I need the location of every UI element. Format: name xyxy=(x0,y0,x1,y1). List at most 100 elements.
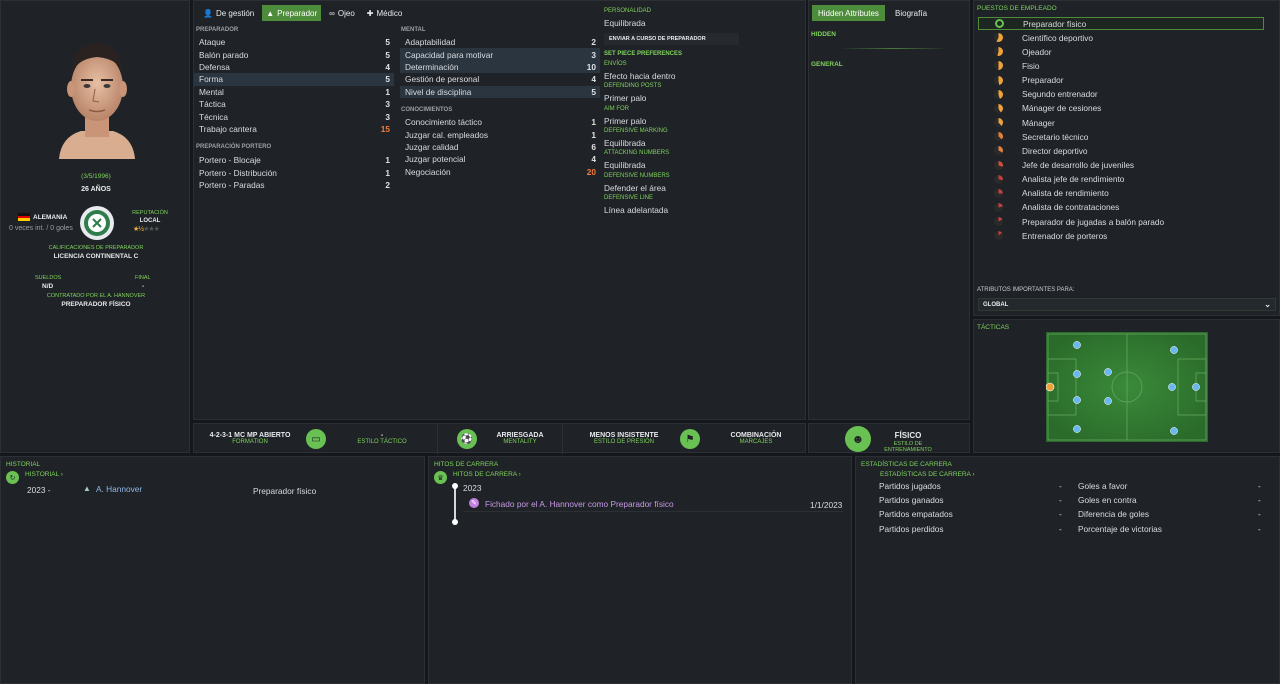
attribute-row[interactable]: Táctica 3 xyxy=(194,98,394,110)
tactical-style-summary[interactable]: - ESTILO TÁCTICO xyxy=(334,424,430,454)
final-value: - xyxy=(142,283,145,290)
attribute-value: 3 xyxy=(385,99,390,110)
role-item[interactable]: Preparador de jugadas a balón parado xyxy=(978,215,1264,228)
attribute-row[interactable]: Determinación 10 xyxy=(400,60,600,74)
attribute-row[interactable]: Juzgar cal. empleados 1 xyxy=(400,128,600,140)
history-panel: HISTORIAL ↻ HISTORIAL › 2023 - ▲ A. Hann… xyxy=(0,456,425,684)
marking-summary[interactable]: COMBINACIÓN MARCAJES xyxy=(706,424,806,454)
role-rating-icon xyxy=(994,188,1003,198)
stat-value: - xyxy=(1059,495,1062,506)
attribute-value: 5 xyxy=(385,37,390,48)
attribute-name: Portero - Paradas xyxy=(199,179,265,190)
stat-name: Porcentaje de victorias xyxy=(1078,523,1162,534)
attribute-row[interactable]: Juzgar calidad 6 xyxy=(400,141,600,153)
role-item[interactable]: Preparador físico xyxy=(978,17,1264,30)
divider xyxy=(562,424,563,454)
role-item[interactable]: Científico deportivo xyxy=(978,31,1264,44)
nationality[interactable]: ALEMANIA xyxy=(33,214,67,221)
attribute-name: Forma xyxy=(199,74,223,85)
role-item[interactable]: Entrenador de porteros xyxy=(978,229,1264,242)
role-item[interactable]: Mánager xyxy=(978,116,1264,129)
tab-preparador[interactable]: ▲ Preparador xyxy=(262,5,322,21)
attribute-row[interactable]: Gestión de personal 4 xyxy=(400,73,600,85)
setpiece-value: Equilibrada xyxy=(604,160,646,171)
role-item[interactable]: Ojeador xyxy=(978,45,1264,58)
attribute-row[interactable]: Portero - Blocaje 1 xyxy=(194,154,394,166)
role-item[interactable]: Analista de contrataciones xyxy=(978,201,1264,214)
trophy-icon: ♛ xyxy=(434,471,447,484)
attribute-row[interactable]: Adaptabilidad 2 xyxy=(400,36,600,48)
role-name: Entrenador de porteros xyxy=(1022,230,1108,241)
mentality-summary[interactable]: ARRIESGADA MENTALITY xyxy=(480,424,560,454)
formation-summary[interactable]: 4-2-3-1 MC MP ABIERTO FORMATION xyxy=(194,424,306,454)
attribute-row[interactable]: Técnica 3 xyxy=(194,110,394,122)
role-item[interactable]: Secretario técnico xyxy=(978,130,1264,143)
attribute-row[interactable]: Forma 5 xyxy=(194,73,394,86)
attribute-value: 4 xyxy=(591,74,596,85)
role-item[interactable]: Director deportivo xyxy=(978,144,1264,157)
career-link[interactable]: ESTADÍSTICAS DE CARRERA › xyxy=(880,471,975,478)
career-stats-panel: ESTADÍSTICAS DE CARRERA ESTADÍSTICAS DE … xyxy=(855,456,1280,684)
section-preparador: PREPARADOR xyxy=(196,27,239,33)
attribute-name: Trabajo cantera xyxy=(199,123,257,134)
attribute-row[interactable]: Defensa 4 xyxy=(194,61,394,73)
tab-hidden-attributes[interactable]: Hidden Attributes xyxy=(812,5,885,21)
contract-label: CONTRATADO POR EL A. HANNOVER xyxy=(46,293,146,299)
milestones-panel: HITOS DE CARRERA ♛ HITOS DE CARRERA › 20… xyxy=(428,456,852,684)
role-name: Analista de contrataciones xyxy=(1022,202,1120,213)
role-name: Mánager de cesiones xyxy=(1022,103,1102,114)
federation-badge-icon[interactable] xyxy=(79,205,115,241)
attribute-row[interactable]: Portero - Paradas 2 xyxy=(194,179,394,191)
role-item[interactable]: Fisio xyxy=(978,59,1264,72)
attribute-row[interactable]: Capacidad para motivar 3 xyxy=(400,48,600,61)
role-rating-icon xyxy=(994,103,1003,113)
role-item[interactable]: Segundo entrenador xyxy=(978,88,1264,101)
attribute-row[interactable]: Nivel de disciplina 5 xyxy=(400,85,600,98)
pressing-summary[interactable]: MENOS INSISTENTE ESTILO DE PRESIÓN xyxy=(564,424,684,454)
tactics-bar: 4-2-3-1 MC MP ABIERTO FORMATION ▭ - ESTI… xyxy=(193,423,806,454)
attribute-name: Determinación xyxy=(405,61,459,72)
qualifications-value: LICENCIA CONTINENTAL C xyxy=(53,253,139,260)
attribute-row[interactable]: Negociación 20 xyxy=(400,166,600,178)
attribute-row[interactable]: Portero - Distribución 1 xyxy=(194,166,394,178)
setpiece-value: Defender el área xyxy=(604,182,666,193)
attribute-value: 2 xyxy=(591,37,596,48)
attribute-row[interactable]: Trabajo cantera 15 xyxy=(194,123,394,135)
role-item[interactable]: Analista jefe de rendimiento xyxy=(978,173,1264,186)
attribute-name: Mental xyxy=(199,86,224,97)
role-name: Segundo entrenador xyxy=(1022,89,1098,100)
attribute-row[interactable]: Mental 1 xyxy=(194,86,394,98)
players-icon: ⚑ xyxy=(680,429,700,449)
history-club-link[interactable]: A. Hannover xyxy=(96,484,142,494)
tactics-pitch[interactable] xyxy=(1046,332,1208,442)
tab-biografia[interactable]: Biografía xyxy=(895,5,927,21)
stat-value: - xyxy=(1059,523,1062,534)
timeline-start-dot xyxy=(452,483,458,489)
tab-medico[interactable]: ✚ Médico xyxy=(363,5,407,21)
history-link[interactable]: HISTORIAL › xyxy=(25,471,63,478)
attribute-value: 5 xyxy=(385,74,390,85)
attribute-row[interactable]: Ataque 5 xyxy=(194,36,394,48)
send-to-course-button[interactable]: ENVIAR A CURSO DE PREPARADOR xyxy=(604,33,739,45)
training-style[interactable]: ☻ FÍSICO ESTILO DE ENTRENAMIENTO xyxy=(808,423,970,453)
attribute-value: 1 xyxy=(591,129,596,140)
attribute-row[interactable]: Juzgar potencial 4 xyxy=(400,153,600,165)
attribute-name: Defensa xyxy=(199,61,230,72)
role-rating-icon xyxy=(994,33,1003,43)
important-attrs-select[interactable]: GLOBAL ⌄ xyxy=(978,298,1276,311)
role-name: Secretario técnico xyxy=(1022,131,1089,142)
medkit-icon: ✚ xyxy=(366,8,374,18)
history-years: 2023 - xyxy=(27,485,51,495)
general-label: GENERAL xyxy=(811,61,843,68)
role-item[interactable]: Preparador xyxy=(978,74,1264,87)
tab-ojeo[interactable]: ∞ Ojeo xyxy=(325,5,359,21)
role-item[interactable]: Jefe de desarrollo de juveniles xyxy=(978,159,1264,172)
tab-de-gestion[interactable]: 👤 De gestión xyxy=(199,5,258,21)
tactics-panel: TÁCTICAS xyxy=(973,319,1280,453)
role-item[interactable]: Mánager de cesiones xyxy=(978,102,1264,115)
role-item[interactable]: Analista de rendimiento xyxy=(978,187,1264,200)
attribute-row[interactable]: Conocimiento táctico 1 xyxy=(400,116,600,128)
milestones-link[interactable]: HITOS DE CARRERA › xyxy=(453,471,521,478)
divider xyxy=(463,511,843,512)
attribute-row[interactable]: Balón parado 5 xyxy=(194,48,394,60)
